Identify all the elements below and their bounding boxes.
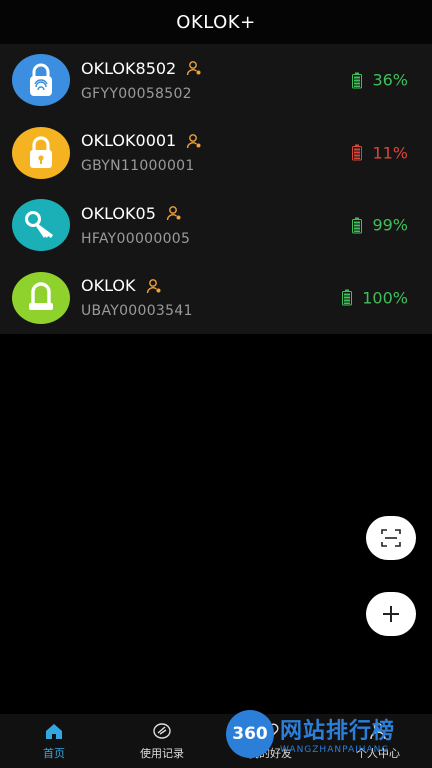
battery-status: 36% bbox=[352, 71, 408, 90]
device-row[interactable]: OKLOK05 HFAY00000005 99% bbox=[0, 189, 432, 262]
scan-button[interactable] bbox=[366, 516, 416, 560]
device-name: OKLOK8502 bbox=[81, 58, 177, 78]
device-list: OKLOK8502 GFYY00058502 36% OKLOK0001 GBY… bbox=[0, 44, 432, 334]
tab-label: 首页 bbox=[43, 747, 65, 760]
battery-status: 100% bbox=[342, 288, 408, 307]
tab-records[interactable]: 使用记录 bbox=[108, 714, 216, 768]
device-row[interactable]: OKLOK UBAY00003541 100% bbox=[0, 262, 432, 335]
key-icon bbox=[12, 199, 70, 252]
u-lock-icon bbox=[12, 271, 70, 324]
battery-percent: 100% bbox=[362, 288, 408, 308]
battery-percent: 99% bbox=[372, 215, 408, 235]
watermark-badge: 360 bbox=[226, 710, 274, 758]
device-name: OKLOK05 bbox=[81, 203, 156, 223]
page-title: OKLOK+ bbox=[176, 11, 256, 33]
tab-label: 使用记录 bbox=[140, 747, 184, 760]
add-device-button[interactable] bbox=[366, 592, 416, 636]
owner-user-icon bbox=[166, 206, 181, 221]
device-name: OKLOK bbox=[81, 276, 136, 296]
battery-icon bbox=[352, 144, 363, 161]
watermark: 360 网站排行榜 WANGZHANPAIHANG bbox=[226, 706, 432, 762]
owner-user-icon bbox=[146, 278, 161, 293]
app-header: OKLOK+ bbox=[0, 0, 432, 44]
battery-icon bbox=[352, 217, 363, 234]
owner-user-icon bbox=[187, 133, 201, 148]
battery-percent: 11% bbox=[372, 143, 408, 163]
owner-user-icon bbox=[187, 61, 201, 76]
device-row[interactable]: OKLOK8502 GFYY00058502 36% bbox=[0, 44, 432, 117]
battery-icon bbox=[342, 289, 353, 306]
watermark-title: 网站排行榜 bbox=[280, 719, 396, 744]
battery-status: 99% bbox=[352, 216, 408, 235]
record-icon bbox=[153, 723, 171, 739]
plus-icon bbox=[383, 606, 399, 622]
battery-icon bbox=[352, 72, 363, 89]
tab-home[interactable]: 首页 bbox=[0, 714, 108, 768]
fingerprint-lock-icon bbox=[12, 54, 70, 107]
watermark-subtitle: WANGZHANPAIHANG bbox=[280, 745, 390, 755]
device-name: OKLOK0001 bbox=[81, 131, 177, 151]
padlock-icon bbox=[12, 126, 70, 179]
home-icon bbox=[46, 724, 62, 739]
battery-percent: 36% bbox=[372, 70, 408, 90]
battery-status: 11% bbox=[352, 143, 408, 162]
scan-icon bbox=[381, 529, 401, 547]
device-row[interactable]: OKLOK0001 GBYN11000001 11% bbox=[0, 117, 432, 190]
